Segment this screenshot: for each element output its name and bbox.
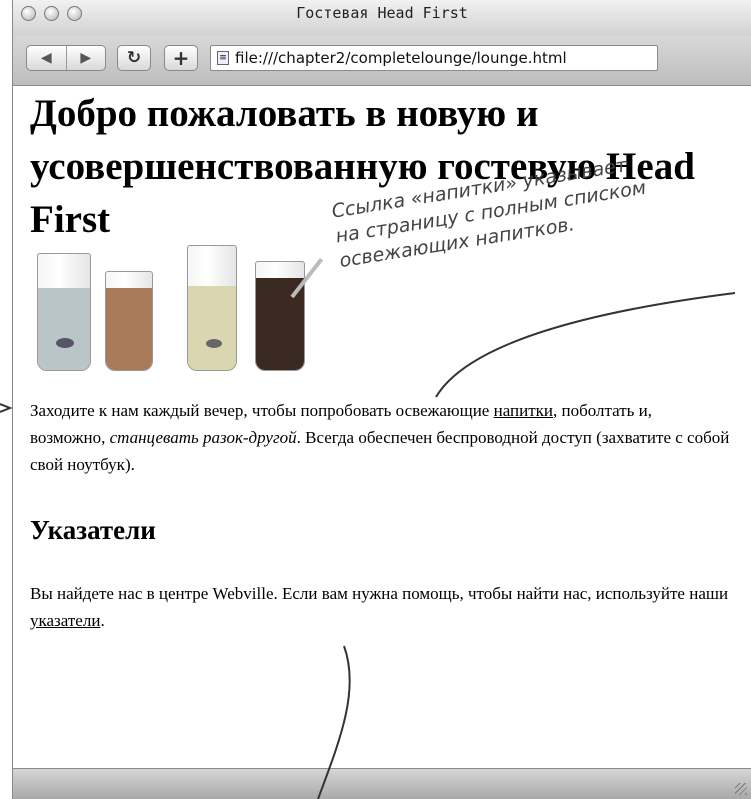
- directions-text-2: .: [100, 611, 105, 630]
- browser-window: Гостевая Head First ◀ ▶ ↻ + ≡ file:///ch…: [12, 0, 751, 799]
- directions-heading: Указатели: [30, 515, 156, 545]
- left-pointer-arrow: [0, 403, 13, 413]
- resize-grip-icon[interactable]: [735, 783, 747, 795]
- page-file-icon: ≡: [217, 51, 229, 65]
- drink-glass-1: [37, 253, 91, 371]
- directions-text-1: Вы найдете нас в центре Webville. Если в…: [30, 584, 729, 603]
- reload-button[interactable]: ↻: [117, 45, 151, 71]
- address-bar[interactable]: ≡ file:///chapter2/completelounge/lounge…: [210, 45, 658, 71]
- directions-link[interactable]: указатели: [30, 611, 100, 630]
- browser-toolbar: ◀ ▶ ↻ + ≡ file:///chapter2/completeloung…: [13, 36, 751, 86]
- status-bar: [13, 768, 751, 799]
- drink-glass-2: [105, 271, 153, 371]
- dance-emphasis: станцевать разок-другой: [109, 428, 297, 447]
- reload-icon: ↻: [126, 48, 142, 68]
- plus-icon: +: [172, 46, 190, 70]
- drink-glass-4: [255, 261, 305, 371]
- drinks-image: [35, 239, 335, 371]
- back-arrow-icon[interactable]: ◀: [27, 50, 66, 66]
- drinks-link[interactable]: напитки: [494, 401, 553, 420]
- add-bookmark-button[interactable]: +: [164, 45, 198, 71]
- title-bar: Гостевая Head First: [13, 0, 751, 36]
- intro-paragraph: Заходите к нам каждый вечер, чтобы попро…: [30, 397, 730, 478]
- directions-paragraph: Вы найдете нас в центре Webville. Если в…: [30, 580, 730, 634]
- forward-arrow-icon[interactable]: ▶: [67, 50, 106, 66]
- url-text: file:///chapter2/completelounge/lounge.h…: [235, 49, 567, 67]
- drink-glass-3: [187, 245, 237, 371]
- window-title: Гостевая Head First: [296, 4, 468, 22]
- back-forward-control: ◀ ▶: [26, 45, 106, 71]
- intro-text-1: Заходите к нам каждый вечер, чтобы попро…: [30, 401, 494, 420]
